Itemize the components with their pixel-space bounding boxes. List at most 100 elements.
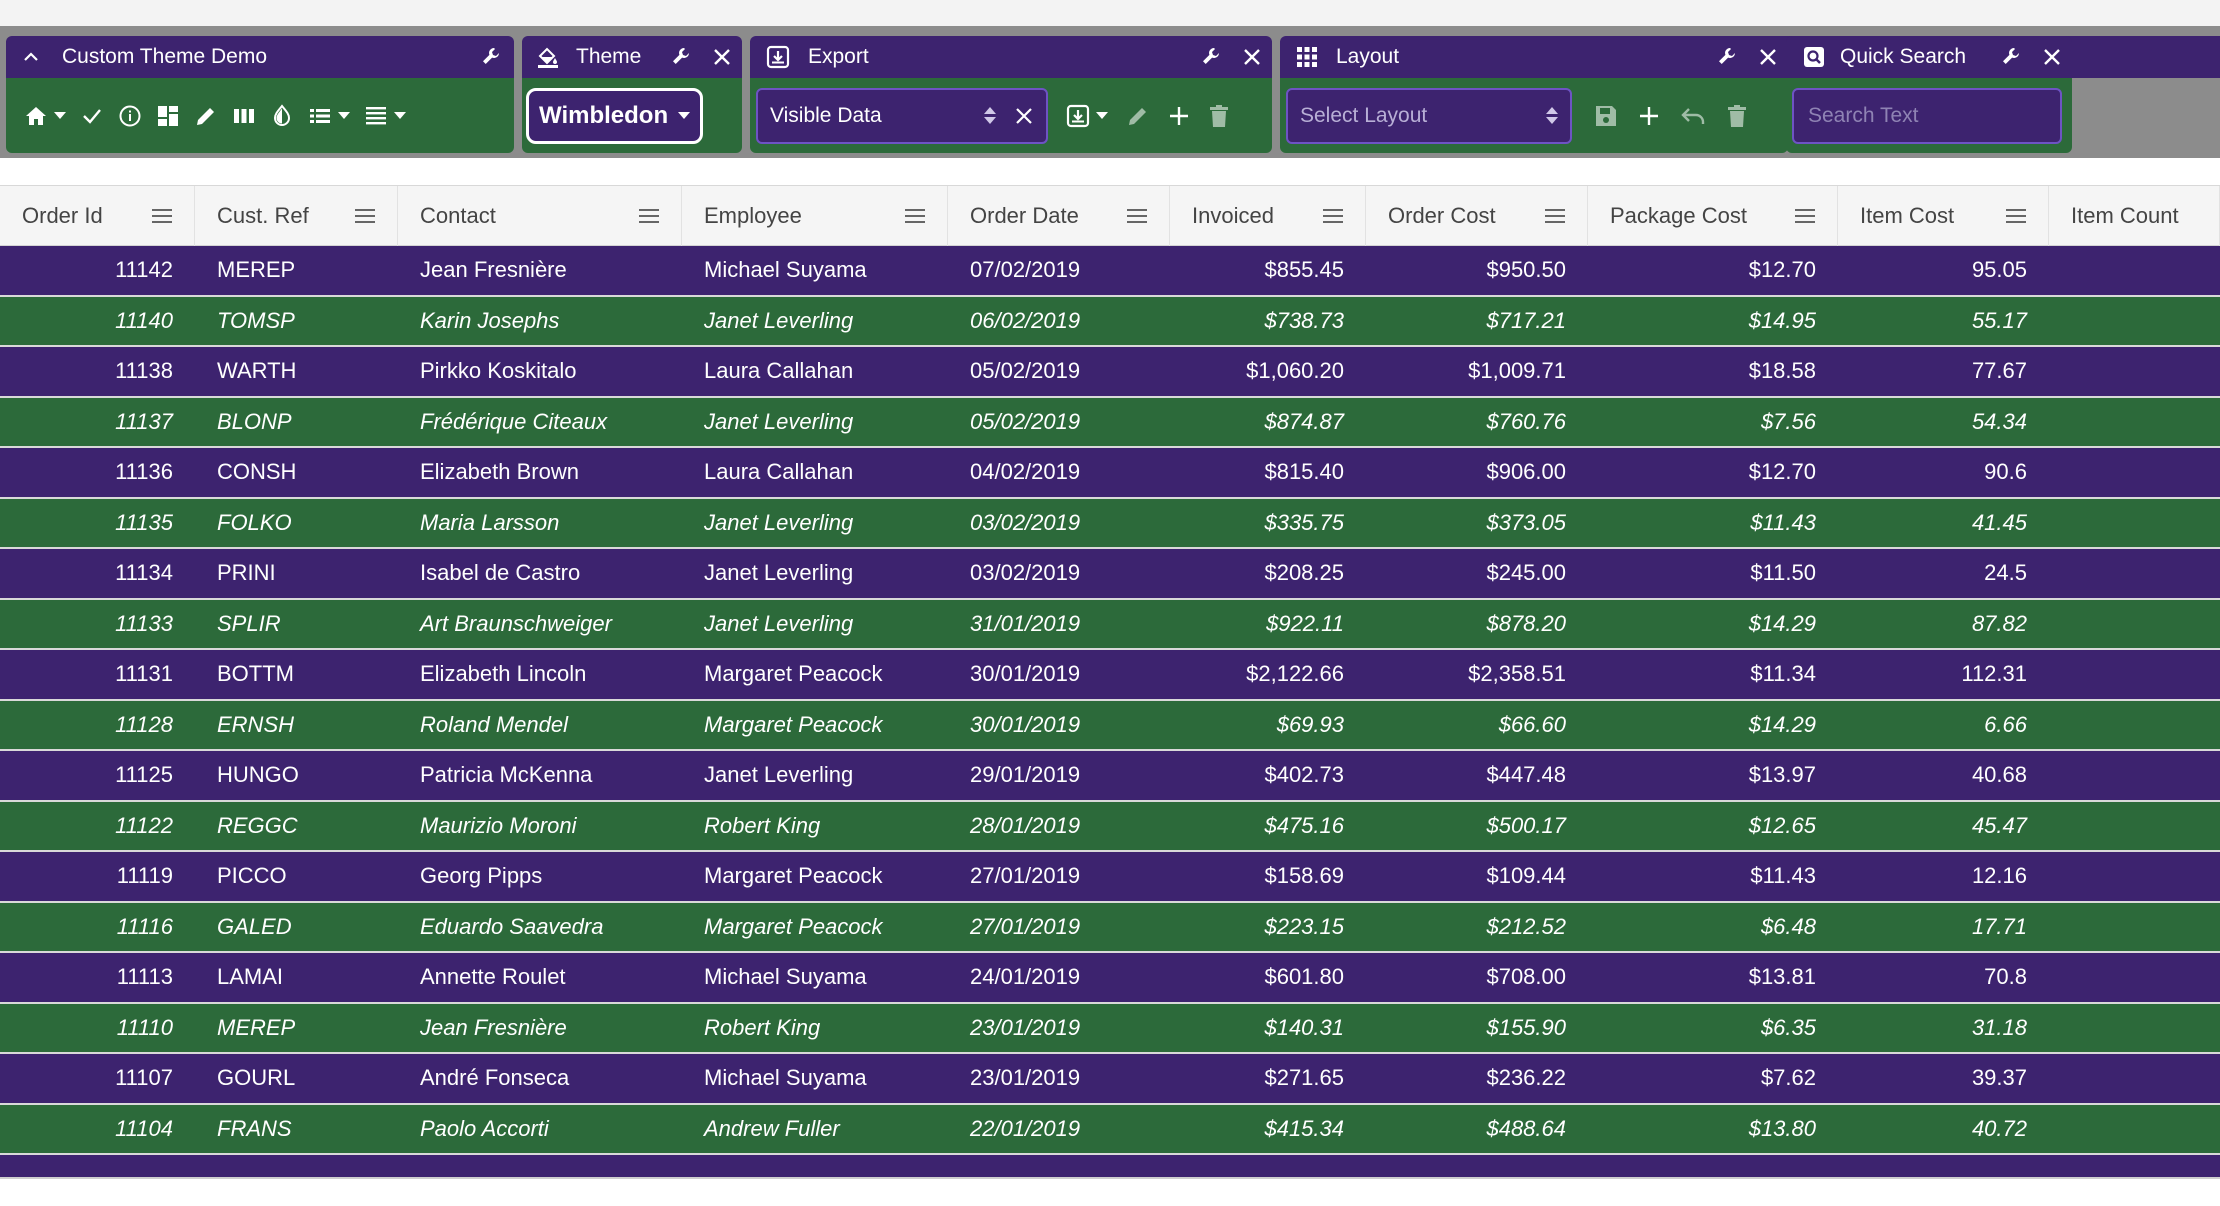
column-menu-icon[interactable] [639, 186, 659, 246]
table-cell: WARTH [217, 358, 297, 384]
close-icon[interactable] [1758, 47, 1778, 67]
table-cell: 30/01/2019 [970, 711, 1081, 737]
edit-pencil-icon[interactable] [1126, 99, 1150, 133]
close-icon[interactable] [1242, 47, 1262, 67]
column-menu-icon[interactable] [1323, 186, 1343, 246]
info-icon[interactable] [118, 99, 142, 133]
table-row[interactable]: 11140 TOMSP Karin Josephs Janet Leverling 06… [0, 296, 2220, 347]
table-row[interactable]: 11104 FRANS Paolo Accorti Andrew Fuller 22/0… [0, 1104, 2220, 1155]
list-dropdown-button[interactable] [308, 99, 350, 133]
table-cell: $855.45 [1264, 257, 1344, 283]
table-cell: 11138 [115, 358, 173, 384]
export-dropdown-button[interactable] [1066, 99, 1108, 133]
table-row[interactable]: 11119 PICCO Georg Pipps Margaret Peacock 27/… [0, 852, 2220, 903]
table-row[interactable]: 11137 BLONP Frédérique Citeaux Janet Leverl… [0, 397, 2220, 448]
table-cell: $6.35 [1760, 1014, 1816, 1040]
column-menu-icon[interactable] [905, 186, 925, 246]
table-row[interactable]: 11113 LAMAI Annette Roulet Michael Suyama 24… [0, 953, 2220, 1004]
table-row[interactable]: 11107 GOURL André Fonseca Michael Suyama 23/… [0, 1054, 2220, 1105]
table-row[interactable]: 11128 ERNSH Roland Mendel Margaret Peacock 3… [0, 700, 2220, 751]
table-cell: 07/02/2019 [970, 257, 1081, 283]
undo-icon[interactable] [1680, 99, 1706, 133]
table-cell: $6.48 [1760, 913, 1816, 939]
table-cell: $12.65 [1748, 812, 1816, 838]
save-icon[interactable] [1594, 99, 1618, 133]
home-dropdown-button[interactable] [24, 99, 66, 133]
theme-toolbar-title: Theme [576, 45, 642, 68]
table-cell: Maria Larsson [420, 509, 560, 535]
table-cell: $11.43 [1750, 863, 1816, 889]
table-cell: REGGC [217, 812, 298, 838]
table-cell: $14.95 [1748, 307, 1816, 333]
column-header[interactable]: Item Cost [1838, 186, 2049, 246]
data-grid: Order Id Cust. Ref Contact Employee Order Da… [0, 185, 2220, 1177]
table-row[interactable]: 11131 BOTTM Elizabeth Lincoln Margaret Peac… [0, 650, 2220, 701]
column-menu-icon[interactable] [1795, 186, 1815, 246]
clear-icon[interactable] [1014, 106, 1034, 126]
table-cell: Georg Pipps [420, 863, 543, 889]
dashboard-icon[interactable] [156, 99, 180, 133]
wrench-icon[interactable] [670, 45, 694, 69]
table-row[interactable]: 11125 HUNGO Patricia McKenna Janet Leverlin… [0, 751, 2220, 802]
column-menu-icon[interactable] [2006, 186, 2026, 246]
table-row[interactable]: 11110 MEREP Jean Fresnière Robert King 23/01… [0, 1003, 2220, 1054]
table-cell: Laura Callahan [704, 459, 854, 485]
column-header[interactable]: Invoiced [1170, 186, 1366, 246]
table-cell: $922.11 [1266, 610, 1344, 636]
column-header[interactable]: Order Cost [1366, 186, 1588, 246]
table-row[interactable]: 11133 SPLIR Art Braunschweiger Janet Leverl… [0, 599, 2220, 650]
table-cell: $140.31 [1264, 1014, 1344, 1040]
table-cell: $13.97 [1748, 762, 1816, 788]
delete-trash-icon[interactable] [1208, 99, 1230, 133]
quick-search-input[interactable] [1806, 102, 2072, 129]
table-row[interactable]: 11135 FOLKO Maria Larsson Janet Leverling 03… [0, 498, 2220, 549]
wrench-icon[interactable] [1716, 45, 1740, 69]
horizontal-scrollbar[interactable] [0, 1177, 2220, 1206]
layout-toolbar-overlay: Select Layout [1280, 36, 1788, 153]
column-header[interactable]: Item Count [2049, 186, 2220, 246]
table-row[interactable]: 11116 GALED Eduardo Saavedra Margaret Peaco… [0, 902, 2220, 953]
wrench-icon[interactable] [2000, 45, 2024, 69]
column-header[interactable]: Cust. Ref [195, 186, 398, 246]
table-cell: 11133 [115, 610, 173, 636]
table-cell: 31/01/2019 [970, 610, 1081, 636]
table-cell: GALED [217, 913, 292, 939]
column-header[interactable]: Order Date [948, 186, 1170, 246]
table-row[interactable]: 11138 WARTH Pirkko Koskitalo Laura Callahan… [0, 347, 2220, 398]
table-cell: 55.17 [1971, 307, 2027, 333]
theme-contrast-icon[interactable] [270, 99, 294, 133]
theme-select-button[interactable]: Wimbledon [526, 87, 704, 144]
layout-select[interactable]: Select Layout [1286, 87, 1572, 144]
column-menu-icon[interactable] [355, 186, 375, 246]
column-header[interactable]: Employee [682, 186, 948, 246]
column-menu-icon[interactable] [1545, 186, 1565, 246]
close-icon[interactable] [2042, 47, 2062, 67]
close-icon[interactable] [712, 47, 732, 67]
table-cell: $13.80 [1748, 1115, 1816, 1141]
export-select[interactable]: Visible Data [756, 87, 1048, 144]
table-row[interactable]: 11142 MEREP Jean Fresnière Michael Suyama 07… [0, 246, 2220, 297]
edit-pencil-icon[interactable] [194, 99, 218, 133]
column-header[interactable]: Order Id [0, 186, 195, 246]
delete-trash-icon[interactable] [1726, 99, 1748, 133]
column-header[interactable]: Contact [398, 186, 682, 246]
table-row[interactable]: 11136 CONSH Elizabeth Brown Laura Callahan 0… [0, 448, 2220, 499]
rows-dropdown-button[interactable] [364, 99, 406, 133]
column-menu-icon[interactable] [152, 186, 172, 246]
table-cell: 11104 [115, 1115, 173, 1141]
add-icon[interactable] [1168, 99, 1190, 133]
select-updown-icon [1546, 107, 1558, 124]
wrench-icon[interactable] [480, 45, 504, 69]
column-menu-icon[interactable] [1127, 186, 1147, 246]
check-icon[interactable] [80, 99, 104, 133]
table-cell: 24.5 [1984, 560, 2027, 586]
collapse-chevron-up-icon[interactable] [22, 48, 40, 66]
add-icon[interactable] [1638, 99, 1660, 133]
table-row[interactable]: 11122 REGGC Maurizio Moroni Robert King 28/0… [0, 801, 2220, 852]
table-cell: $11.43 [1750, 509, 1816, 535]
table-row[interactable]: 11134 PRINI Isabel de Castro Janet Leverlin… [0, 549, 2220, 600]
table-cell: GOURL [217, 1065, 296, 1091]
column-header[interactable]: Package Cost [1588, 186, 1838, 246]
wrench-icon[interactable] [1200, 45, 1224, 69]
columns-icon[interactable] [232, 99, 256, 133]
